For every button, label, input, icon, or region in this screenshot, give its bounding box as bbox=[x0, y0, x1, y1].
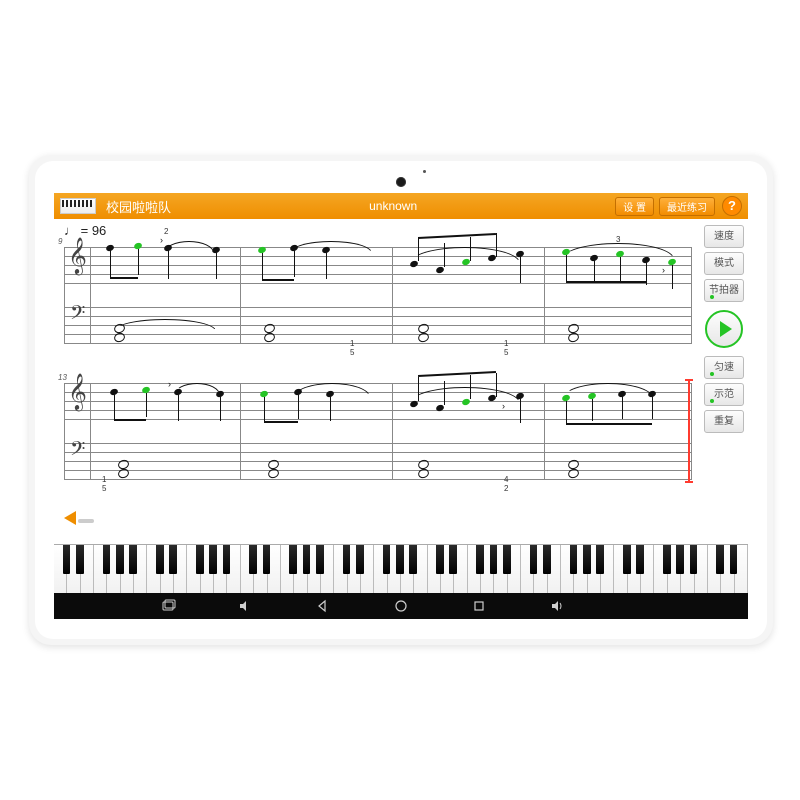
black-key[interactable] bbox=[169, 545, 177, 574]
black-key[interactable] bbox=[356, 545, 364, 574]
volume-down-icon[interactable] bbox=[238, 599, 252, 613]
bass-clef-icon: 𝄢 bbox=[70, 303, 85, 330]
black-key[interactable] bbox=[636, 545, 644, 574]
treble-clef-icon: 𝄞 bbox=[68, 373, 87, 411]
white-key[interactable] bbox=[241, 545, 254, 593]
bass-clef-icon: 𝄢 bbox=[70, 439, 85, 466]
score-view[interactable]: ♩ = 96 9 𝄞 bbox=[54, 219, 700, 545]
black-key[interactable] bbox=[570, 545, 578, 574]
black-key[interactable] bbox=[63, 545, 71, 574]
white-key[interactable] bbox=[708, 545, 721, 593]
screen: 校园啦啦队 unknown 设 置 最近练习 ? ♩ = 96 9 bbox=[54, 193, 748, 619]
black-key[interactable] bbox=[690, 545, 698, 574]
title-bar: 校园啦啦队 unknown 设 置 最近练习 ? bbox=[54, 193, 748, 219]
white-key[interactable] bbox=[334, 545, 347, 593]
black-key[interactable] bbox=[103, 545, 111, 574]
android-navbar bbox=[54, 593, 748, 619]
speed-button[interactable]: 速度 bbox=[704, 225, 744, 248]
multitask-icon[interactable] bbox=[162, 599, 176, 613]
app-window: 校园啦啦队 unknown 设 置 最近练习 ? ♩ = 96 9 bbox=[54, 193, 748, 593]
white-key[interactable] bbox=[54, 545, 67, 593]
black-key[interactable] bbox=[409, 545, 417, 574]
white-key[interactable] bbox=[521, 545, 534, 593]
black-key[interactable] bbox=[116, 545, 124, 574]
tablet-bezel: 校园啦啦队 unknown 设 置 最近练习 ? ♩ = 96 9 bbox=[35, 161, 767, 639]
black-key[interactable] bbox=[583, 545, 591, 574]
white-key[interactable] bbox=[561, 545, 574, 593]
black-key[interactable] bbox=[223, 545, 231, 574]
black-key[interactable] bbox=[196, 545, 204, 574]
black-key[interactable] bbox=[490, 545, 498, 574]
active-dot-icon bbox=[710, 399, 714, 403]
black-key[interactable] bbox=[476, 545, 484, 574]
home-icon[interactable] bbox=[394, 599, 408, 613]
black-key[interactable] bbox=[316, 545, 324, 574]
measure-number: 9 bbox=[58, 237, 62, 246]
selection-bracket[interactable] bbox=[688, 379, 690, 483]
black-key[interactable] bbox=[383, 545, 391, 574]
settings-button[interactable]: 设 置 bbox=[615, 197, 654, 216]
black-key[interactable] bbox=[396, 545, 404, 574]
black-key[interactable] bbox=[249, 545, 257, 574]
black-key[interactable] bbox=[129, 545, 137, 574]
uniform-speed-button[interactable]: 匀速 bbox=[704, 356, 744, 379]
white-key[interactable] bbox=[428, 545, 441, 593]
metronome-button[interactable]: 节拍器 bbox=[704, 279, 744, 302]
black-key[interactable] bbox=[303, 545, 311, 574]
white-key[interactable] bbox=[147, 545, 160, 593]
black-key[interactable] bbox=[676, 545, 684, 574]
active-dot-icon bbox=[710, 372, 714, 376]
grand-staff: 𝄞 𝄢 bbox=[64, 377, 692, 489]
tablet-frame: 校园啦啦队 unknown 设 置 最近练习 ? ♩ = 96 9 bbox=[29, 155, 773, 645]
grand-staff: 𝄞 𝄢 bbox=[64, 241, 692, 353]
black-key[interactable] bbox=[730, 545, 738, 574]
recents-icon[interactable] bbox=[472, 599, 486, 613]
white-key[interactable] bbox=[654, 545, 667, 593]
white-key[interactable] bbox=[281, 545, 294, 593]
repeat-button[interactable]: 重复 bbox=[704, 410, 744, 433]
black-key[interactable] bbox=[436, 545, 444, 574]
volume-up-icon[interactable] bbox=[550, 599, 564, 613]
white-key[interactable] bbox=[94, 545, 107, 593]
black-key[interactable] bbox=[503, 545, 511, 574]
play-icon bbox=[720, 321, 732, 337]
status-center: unknown bbox=[171, 199, 615, 213]
treble-clef-icon: 𝄞 bbox=[68, 237, 87, 275]
white-key[interactable] bbox=[374, 545, 387, 593]
side-toolbar: 速度 模式 节拍器 匀速 示范 重复 bbox=[700, 219, 748, 545]
piano-icon bbox=[60, 198, 96, 214]
prev-page-button[interactable] bbox=[64, 511, 94, 530]
black-key[interactable] bbox=[156, 545, 164, 574]
black-key[interactable] bbox=[209, 545, 217, 574]
song-title: 校园啦啦队 bbox=[106, 197, 171, 216]
black-key[interactable] bbox=[543, 545, 551, 574]
black-key[interactable] bbox=[289, 545, 297, 574]
white-key[interactable] bbox=[614, 545, 627, 593]
help-button[interactable]: ? bbox=[722, 196, 742, 216]
black-key[interactable] bbox=[596, 545, 604, 574]
back-icon[interactable] bbox=[316, 599, 330, 613]
piano-keyboard[interactable] bbox=[54, 544, 748, 593]
sensor-dot-icon bbox=[423, 170, 426, 173]
tempo-marking: ♩ = 96 bbox=[64, 223, 106, 238]
arrow-left-icon bbox=[64, 511, 76, 525]
demo-button[interactable]: 示范 bbox=[704, 383, 744, 406]
black-key[interactable] bbox=[663, 545, 671, 574]
play-button[interactable] bbox=[705, 310, 743, 348]
black-key[interactable] bbox=[449, 545, 457, 574]
black-key[interactable] bbox=[716, 545, 724, 574]
front-camera-icon bbox=[396, 177, 406, 187]
black-key[interactable] bbox=[76, 545, 84, 574]
active-dot-icon bbox=[710, 295, 714, 299]
black-key[interactable] bbox=[530, 545, 538, 574]
white-key[interactable] bbox=[187, 545, 200, 593]
recent-practice-button[interactable]: 最近练习 bbox=[659, 197, 715, 216]
mode-button[interactable]: 模式 bbox=[704, 252, 744, 275]
white-key[interactable] bbox=[468, 545, 481, 593]
black-key[interactable] bbox=[263, 545, 271, 574]
black-key[interactable] bbox=[343, 545, 351, 574]
black-key[interactable] bbox=[623, 545, 631, 574]
